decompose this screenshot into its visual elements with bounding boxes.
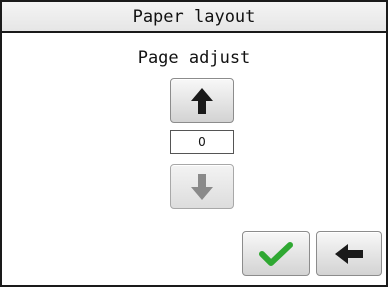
page-adjust-value[interactable]: 0 (170, 130, 234, 154)
arrow-up-icon (191, 87, 213, 114)
arrow-left-icon (335, 243, 363, 264)
ok-button[interactable] (242, 231, 310, 276)
checkmark-icon (259, 241, 293, 266)
back-button[interactable] (316, 231, 382, 276)
arrow-down-icon (191, 173, 213, 200)
decrease-button[interactable] (170, 164, 234, 209)
window-title: Paper layout (2, 2, 386, 33)
page-adjust-heading: Page adjust (137, 48, 251, 68)
increase-button[interactable] (170, 78, 234, 123)
paper-layout-screen: Paper layout Page adjust 0 (0, 0, 388, 287)
